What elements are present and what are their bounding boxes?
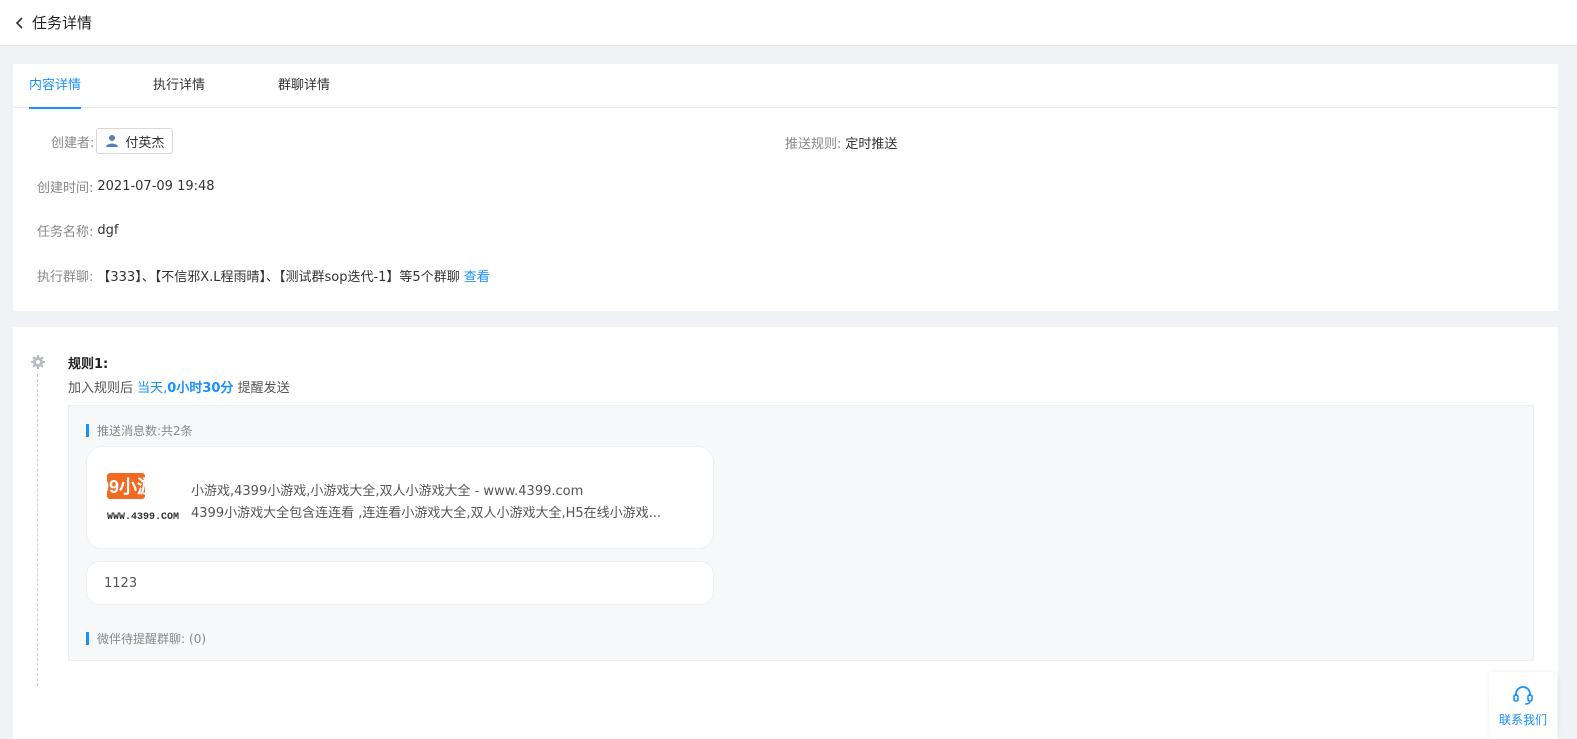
rule-description: 加入规则后 当天,0小时30分 提醒发送 (68, 377, 290, 396)
task-name-value: dgf (97, 223, 119, 238)
rule-desc-day: 当天, (137, 381, 168, 396)
exec-groups-label: 执行群聊: (37, 270, 94, 285)
4399-logo: 4399小游戏 WWW.4399.COM (79, 473, 179, 523)
logo-url: WWW.4399.COM (107, 512, 179, 523)
chevron-left-icon[interactable] (14, 16, 28, 30)
gear-icon (30, 354, 46, 370)
contact-us-label: 联系我们 (1498, 713, 1547, 727)
exec-groups-value: 【333】、【不信邪X.L程雨晴】、【测试群sop迭代-1】等5个群聊 (97, 270, 460, 285)
rule-desc-suffix: 提醒发送 (237, 381, 290, 396)
push-count-label: 推送消息数:共2条 (97, 424, 193, 438)
logo-number: 4399小游戏 (107, 476, 173, 497)
messages-panel: 推送消息数:共2条 4399小游戏 WWW.4399.COM 小游戏,4399小… (68, 405, 1534, 661)
rule-card: 规则1: 加入规则后 当天,0小时30分 提醒发送 推送消息数:共2条 4399… (13, 327, 1558, 739)
push-rule-row: 推送规则: 定时推送 (785, 133, 897, 152)
link-message-card[interactable]: 4399小游戏 WWW.4399.COM 小游戏,4399小游戏,小游戏大全,双… (79, 446, 714, 549)
tab-execution-details[interactable]: 执行详情 (153, 64, 205, 108)
pending-groups-label: 微伴待提醒群聊: (97, 632, 186, 646)
push-rule-value: 定时推送 (845, 137, 898, 152)
created-time-value: 2021-07-09 19:48 (97, 179, 215, 194)
rule-desc-prefix: 加入规则后 (68, 381, 134, 396)
task-name-label: 任务名称: (37, 225, 94, 240)
push-rule-label: 推送规则: (785, 137, 842, 152)
created-time-row: 创建时间: 2021-07-09 19:48 (37, 177, 215, 196)
rule-desc-time: 0小时30分 (167, 381, 234, 396)
creator-chip: 付英杰 (96, 128, 174, 154)
view-groups-link[interactable]: 查看 (464, 266, 490, 285)
message-description: 4399小游戏大全包含连连看 ,连连看小游戏大全,双人小游戏大全,H5在线小游戏… (191, 506, 662, 521)
text-message-card: 1123 (86, 561, 714, 605)
task-name-row: 任务名称: dgf (37, 221, 118, 240)
creator-label: 创建者: (51, 135, 95, 151)
text-message-content: 1123 (104, 575, 138, 591)
contact-us-button[interactable]: 联系我们 (1489, 672, 1557, 739)
pending-groups-count: (0) (189, 631, 207, 646)
top-bar: 任务详情 (0, 0, 1577, 46)
pending-groups-section: 微伴待提醒群聊: (0) (86, 630, 206, 647)
task-info-card: 内容详情 执行详情 群聊详情 创建者: 付英杰 推送规则: 定时推送 创建时间:… (13, 64, 1558, 311)
creator-row: 创建者: 付英杰 (51, 128, 174, 154)
tab-content-details[interactable]: 内容详情 (29, 64, 82, 109)
headset-icon (1511, 683, 1535, 707)
push-count-section: 推送消息数:共2条 (86, 422, 193, 439)
created-time-label: 创建时间: (37, 181, 94, 196)
user-icon (105, 134, 119, 148)
tab-group-chat-details[interactable]: 群聊详情 (278, 64, 330, 108)
message-title: 小游戏,4399小游戏,小游戏大全,双人小游戏大全 - www.4399.com (191, 484, 584, 499)
creator-name: 付英杰 (125, 135, 165, 151)
timeline-line (37, 374, 38, 686)
tab-bar: 内容详情 执行详情 群聊详情 (13, 64, 1558, 109)
rule-title: 规则1: (68, 357, 109, 372)
page-title: 任务详情 (32, 14, 93, 32)
exec-groups-row: 执行群聊: 【333】、【不信邪X.L程雨晴】、【测试群sop迭代-1】等5个群… (37, 266, 490, 285)
